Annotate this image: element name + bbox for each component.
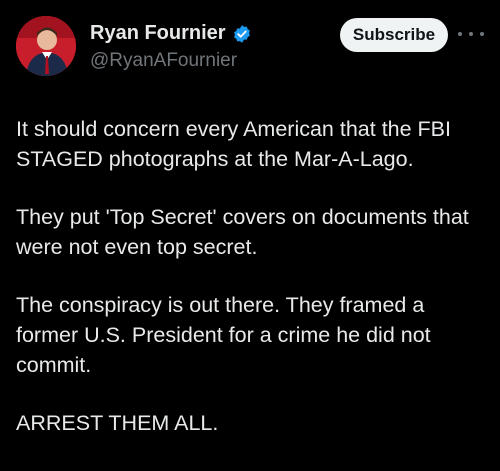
profile-photo-icon	[16, 16, 76, 76]
dot-icon	[458, 32, 462, 36]
post-paragraph: They put 'Top Secret' covers on document…	[16, 205, 469, 259]
post-text: It should concern every American that th…	[16, 114, 490, 438]
dot-icon	[480, 32, 484, 36]
author-display-name[interactable]: Ryan Fournier	[90, 22, 226, 45]
verified-badge-icon	[232, 24, 252, 44]
author-handle[interactable]: @RyanAFournier	[90, 50, 237, 72]
post-paragraph: The conspiracy is out there. They framed…	[16, 293, 431, 377]
dot-icon	[469, 32, 473, 36]
avatar[interactable]	[16, 16, 76, 76]
post-paragraph: ARREST THEM ALL.	[16, 411, 219, 435]
subscribe-button[interactable]: Subscribe	[340, 18, 448, 52]
post-card: Ryan Fournier @RyanAFournier Subscribe I…	[0, 0, 500, 471]
author-name-row: Ryan Fournier	[90, 22, 252, 45]
post-paragraph: It should concern every American that th…	[16, 117, 451, 171]
more-dots-icon[interactable]	[458, 26, 484, 42]
